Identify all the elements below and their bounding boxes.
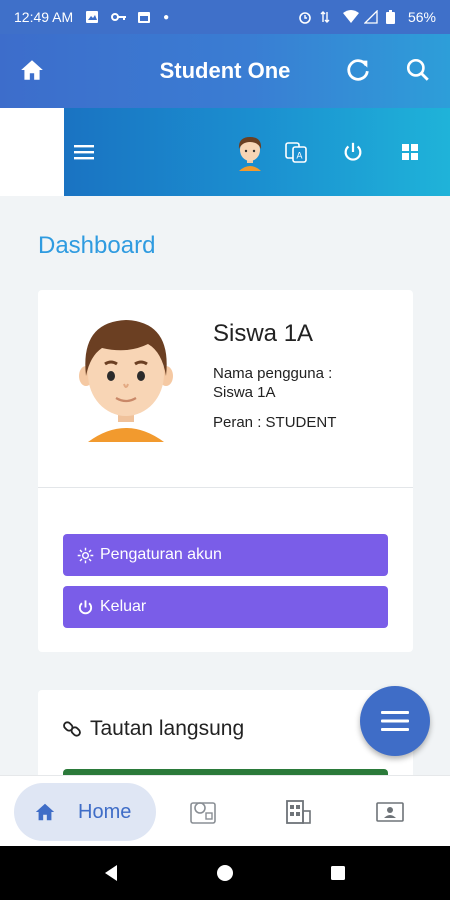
role-label: Peran : STUDENT [213, 414, 337, 431]
quick-links-heading: Tautan langsung [62, 717, 244, 741]
nav-item-home[interactable]: Home [14, 783, 156, 841]
hamburger-menu-icon [381, 711, 409, 731]
home-circle-icon [217, 865, 233, 881]
username-label: Nama pengguna : [213, 365, 333, 382]
nav-item-id-card[interactable] [187, 796, 219, 828]
power-icon [344, 142, 362, 161]
back-triangle-icon [105, 865, 117, 881]
apps-grid-icon [402, 144, 418, 160]
key-notification-icon [111, 10, 127, 24]
recents-square-icon [331, 866, 345, 880]
signal-icon [363, 9, 378, 24]
floating-menu-button[interactable] [360, 686, 430, 756]
profile-name: Siswa 1A [213, 320, 314, 347]
refresh-button[interactable] [340, 52, 376, 88]
contact-card-icon [376, 802, 404, 822]
gear-icon [77, 547, 94, 563]
battery-icon [385, 10, 400, 24]
avatar [78, 314, 174, 442]
translate-icon: A [285, 142, 307, 163]
refresh-icon [347, 59, 369, 81]
avatar-icon [238, 137, 262, 171]
nav-item-building[interactable] [282, 796, 314, 828]
recents-button[interactable] [327, 862, 349, 884]
apps-grid-button[interactable] [394, 136, 426, 168]
username-value: Siswa 1A [213, 384, 276, 401]
account-settings-button[interactable]: Pengaturan akun [63, 534, 388, 576]
wifi-icon [342, 10, 359, 24]
bottom-navigation: Home [0, 775, 450, 846]
home-icon [35, 803, 55, 821]
menu-toggle-button[interactable] [68, 136, 100, 168]
home-system-button[interactable] [214, 862, 236, 884]
system-navigation-bar [0, 846, 450, 900]
image-notification-icon [85, 10, 99, 24]
battery-percent: 56% [407, 9, 436, 25]
back-button[interactable] [100, 862, 122, 884]
data-arrows-icon [320, 10, 334, 24]
page-title: Dashboard [38, 232, 156, 259]
quick-links-title: Tautan langsung [90, 717, 245, 740]
search-button[interactable] [400, 52, 436, 88]
power-button[interactable] [337, 136, 369, 168]
account-settings-label: Pengaturan akun [100, 546, 222, 563]
app-title: Student One [159, 58, 291, 83]
alarm-icon [298, 10, 312, 24]
app-bar: Student One [0, 34, 450, 108]
logout-button[interactable]: Keluar [63, 586, 388, 628]
translate-button[interactable]: A [280, 136, 312, 168]
id-card-icon [190, 802, 216, 824]
search-icon [406, 58, 429, 81]
home-button[interactable] [14, 52, 50, 88]
divider [38, 487, 413, 488]
nav-item-contact-card[interactable] [374, 796, 406, 828]
calendar-notification-icon [137, 10, 151, 24]
svg-text:A: A [296, 152, 303, 162]
hamburger-menu-icon [74, 145, 94, 160]
username-block: Nama pengguna : Siswa 1A [213, 364, 393, 402]
building-icon [286, 800, 311, 824]
secondary-toolbar: A [64, 108, 450, 196]
power-icon [78, 599, 93, 614]
status-time: 12:49 AM [14, 9, 74, 25]
student-avatar-icon [79, 320, 173, 442]
nav-home-label: Home [78, 800, 132, 823]
logout-label: Keluar [100, 598, 147, 615]
notification-dot-icon: ● [163, 11, 170, 23]
sidebar-gap [0, 108, 64, 196]
profile-card: Siswa 1A Nama pengguna : Siswa 1A Peran … [38, 290, 413, 652]
user-avatar-button[interactable] [232, 134, 268, 171]
status-bar: 12:49 AM ● 56% [0, 0, 450, 34]
home-icon [21, 60, 43, 80]
link-icon [63, 721, 81, 737]
